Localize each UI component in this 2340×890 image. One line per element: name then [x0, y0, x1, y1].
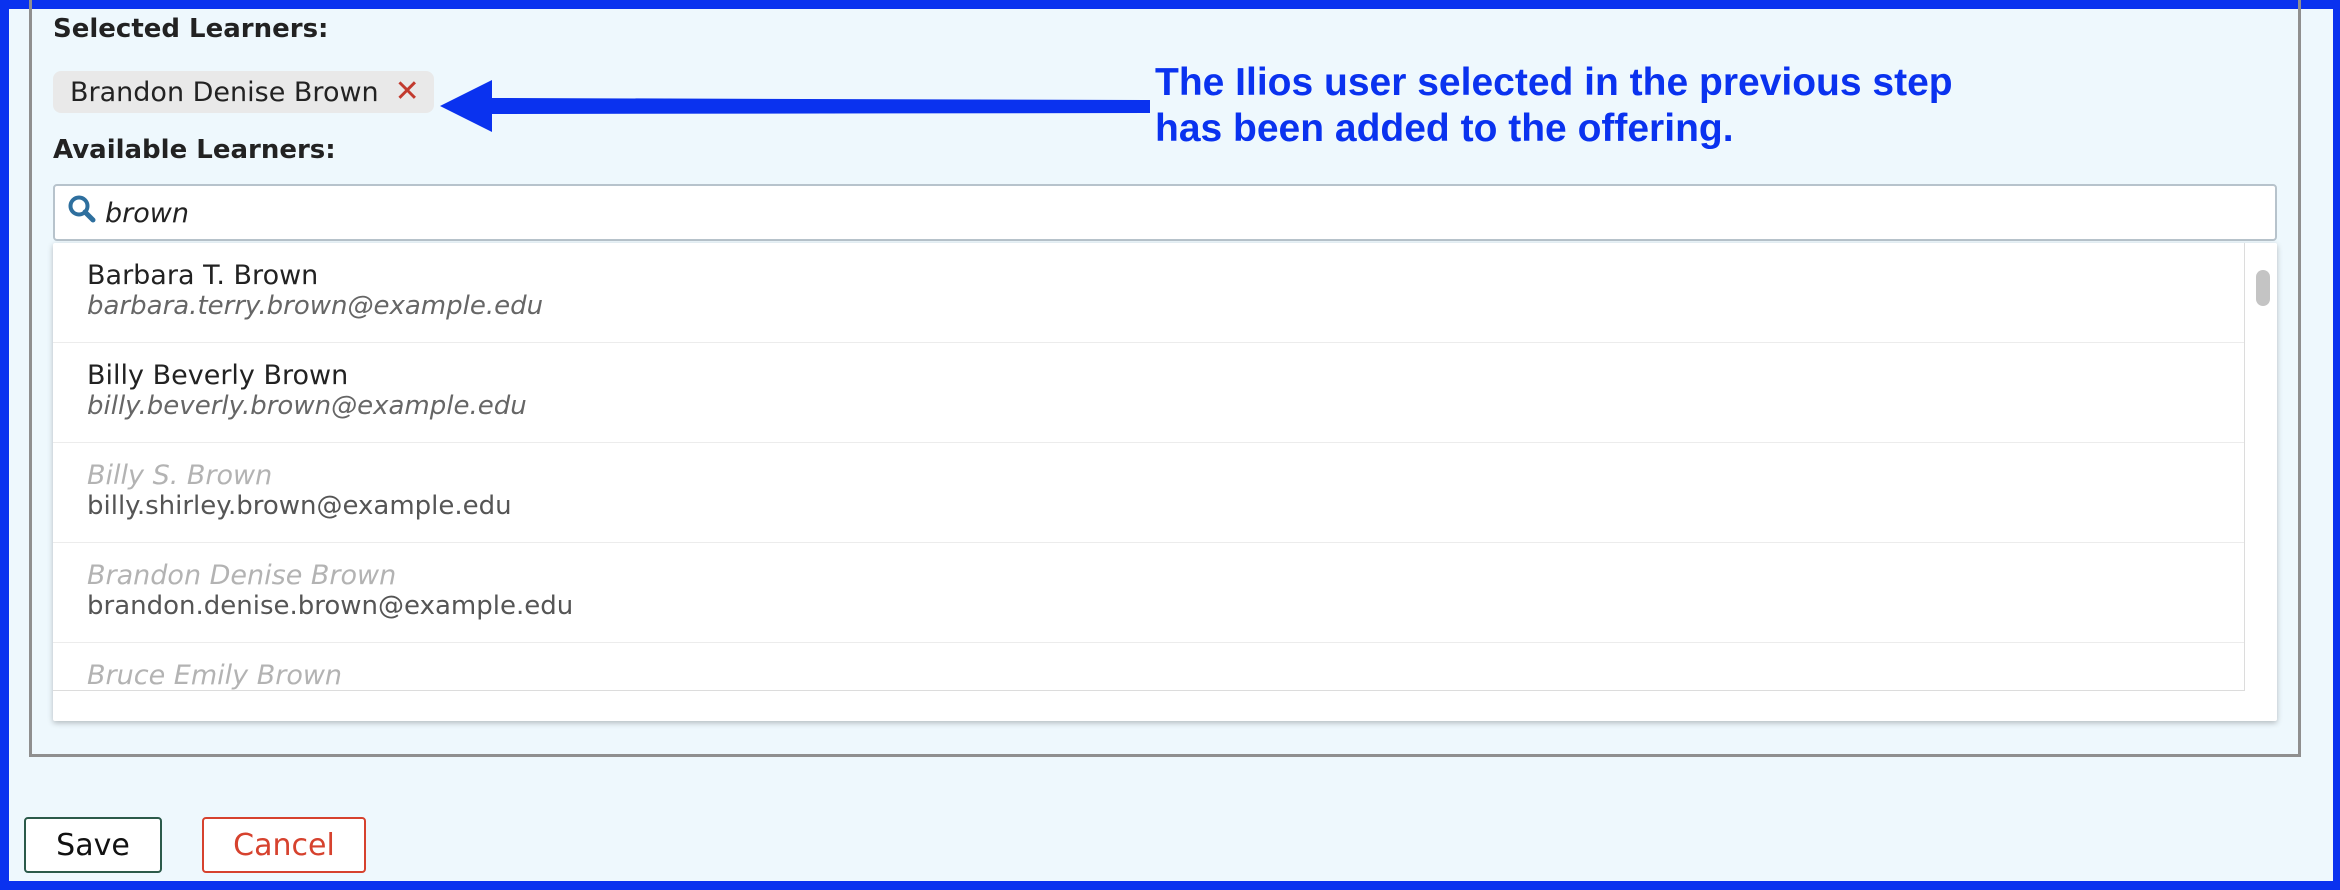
close-x-icon[interactable]: ✕	[395, 77, 420, 107]
annotation-line-1: The Ilios user selected in the previous …	[1155, 61, 1953, 104]
annotation-text: The Ilios user selected in the previous …	[1155, 60, 1953, 152]
learner-search-input[interactable]: brown	[53, 184, 2277, 241]
available-learners-list: Barbara T. Brown barbara.terry.brown@exa…	[53, 243, 2277, 721]
learner-email: billy.beverly.brown@example.edu	[87, 391, 527, 421]
search-icon	[68, 195, 96, 223]
learner-email: barbara.terry.brown@example.edu	[87, 291, 544, 321]
annotation-line-2: has been added to the offering.	[1155, 107, 1734, 150]
learner-name: Billy S. Brown	[87, 460, 273, 491]
learner-email: billy.shirley.brown@example.edu	[87, 491, 512, 521]
annotation-arrow	[440, 80, 1150, 132]
available-learners-label: Available Learners:	[53, 135, 336, 165]
learner-option-disabled: Bruce Emily Brown	[53, 643, 2244, 691]
search-value: brown	[105, 198, 189, 229]
learner-email: brandon.denise.brown@example.edu	[87, 591, 574, 621]
selected-learners-label: Selected Learners:	[53, 14, 329, 44]
learner-option-disabled: Billy S. Brown billy.shirley.brown@examp…	[53, 443, 2244, 543]
learner-name: Barbara T. Brown	[87, 260, 319, 291]
learner-option[interactable]: Barbara T. Brown barbara.terry.brown@exa…	[53, 243, 2244, 343]
scrollbar-thumb[interactable]	[2256, 270, 2270, 306]
save-button[interactable]: Save	[24, 817, 162, 873]
learner-name: Brandon Denise Brown	[87, 560, 397, 591]
learner-option[interactable]: Billy Beverly Brown billy.beverly.brown@…	[53, 343, 2244, 443]
learner-name: Bruce Emily Brown	[87, 660, 343, 691]
learner-option-disabled: Brandon Denise Brown brandon.denise.brow…	[53, 543, 2244, 643]
learner-name: Billy Beverly Brown	[87, 360, 349, 391]
cancel-button[interactable]: Cancel	[202, 817, 366, 873]
results-scrollbar[interactable]	[2245, 243, 2277, 691]
selected-learner-chip: Brandon Denise Brown ✕	[53, 71, 434, 113]
selected-learner-name: Brandon Denise Brown	[70, 76, 379, 108]
